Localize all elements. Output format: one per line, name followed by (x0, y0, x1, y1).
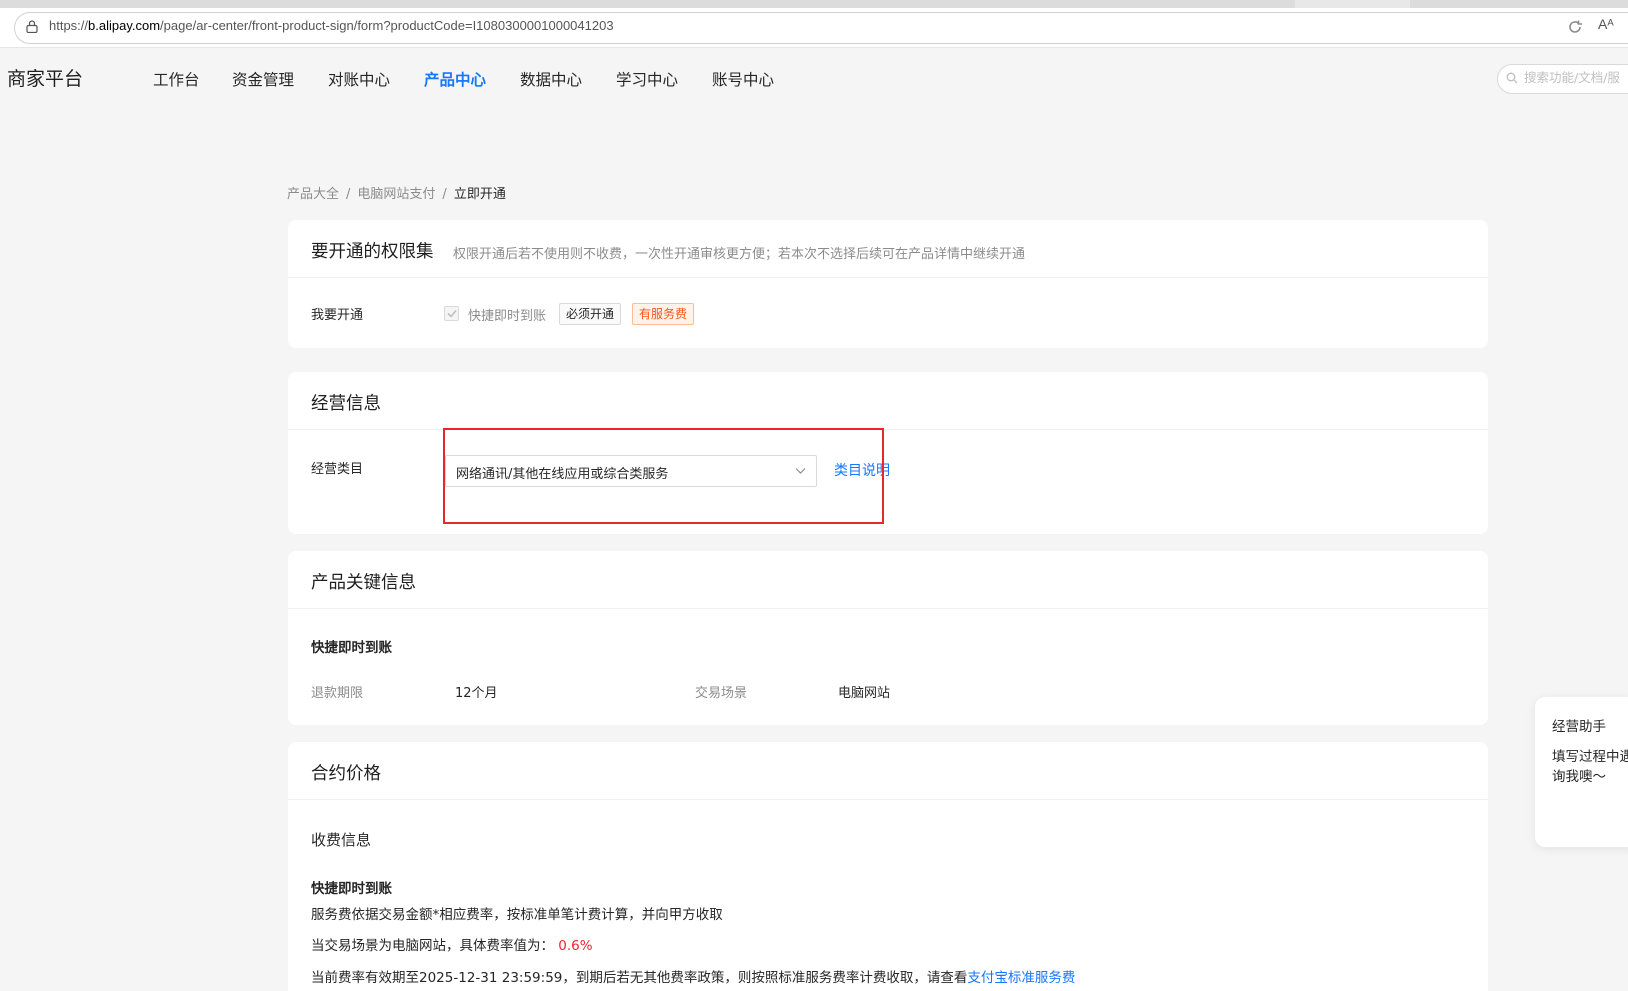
assistant-text: 填写过程中遇 询我噢～ (1552, 749, 1628, 785)
trade-scene-value: 电脑网站 (838, 686, 891, 701)
refund-period-value: 12个月 (455, 686, 498, 701)
lock-icon[interactable] (26, 20, 38, 33)
read-aloud-icon[interactable]: Aᴬ (1598, 16, 1614, 32)
refund-period-label: 退款期限 (311, 686, 364, 701)
contract-price-card: 合约价格 收费信息 快捷即时到账 服务费依据交易金额*相应费率，按标准单笔计费计… (288, 742, 1488, 991)
standard-fee-link[interactable]: 支付宝标准服务费 (967, 970, 1075, 986)
breadcrumb-product-list[interactable]: 产品大全 (287, 187, 339, 202)
business-info-header: 经营信息 (288, 372, 1488, 430)
permissions-card-title: 要开通的权限集 (311, 242, 434, 262)
fee-validity-text: 当前费率有效期至2025-12-31 23:59:59，到期后若无其他费率政策，… (311, 970, 968, 986)
fee-validity-line: 当前费率有效期至2025-12-31 23:59:59，到期后若无其他费率政策，… (311, 966, 1075, 986)
fee-description: 服务费依据交易金额*相应费率，按标准单笔计费计算，并向甲方收取 (311, 907, 723, 923)
required-tag: 必须开通 (559, 303, 622, 325)
fee-product-name: 快捷即时到账 (311, 881, 392, 897)
breadcrumb-web-payment[interactable]: 电脑网站支付 (357, 187, 435, 202)
highlight-annotation (443, 428, 884, 524)
breadcrumb-separator: / (346, 187, 351, 202)
checkmark-icon (447, 309, 457, 318)
assistant-title: 经营助手 (1552, 719, 1606, 735)
browser-tab[interactable] (1410, 0, 1628, 8)
permissions-card-subtitle: 权限开通后若不使用则不收费，一次性开通审核更方便；若本次不选择后续可在产品详情中… (453, 247, 1026, 262)
breadcrumb-separator: / (442, 187, 447, 202)
url-host: b.alipay.com (88, 18, 161, 33)
search-placeholder[interactable]: 搜索功能/文档/服 (1524, 67, 1620, 86)
permissions-card-header: 要开通的权限集 权限开通后若不使用则不收费，一次性开通审核更方便；若本次不选择后… (288, 220, 1488, 278)
nav-workbench[interactable]: 工作台 (153, 68, 200, 90)
key-info-card: 产品关键信息 快捷即时到账 退款期限 12个月 交易场景 电脑网站 (288, 551, 1488, 725)
business-assistant-widget[interactable]: 经营助手 填写过程中遇 询我噢～ (1535, 697, 1628, 847)
nav-learning[interactable]: 学习中心 (616, 68, 678, 90)
fee-rate-value: 0.6% (558, 938, 593, 954)
browser-tab-strip (0, 0, 1628, 8)
breadcrumb: 产品大全 / 电脑网站支付 / 立即开通 (287, 183, 506, 202)
key-info-product-name: 快捷即时到账 (311, 640, 392, 656)
breadcrumb-current: 立即开通 (453, 187, 506, 202)
nav-funds[interactable]: 资金管理 (232, 68, 294, 90)
quick-settlement-label: 快捷即时到账 (468, 309, 547, 324)
browser-tab[interactable] (0, 0, 1295, 8)
url-prefix: https:// (49, 18, 89, 33)
business-info-title: 经营信息 (311, 394, 381, 414)
refresh-icon[interactable] (1566, 18, 1584, 36)
trade-scene-label: 交易场景 (695, 686, 748, 701)
nav-account[interactable]: 账号中心 (712, 68, 774, 90)
nav-reconciliation[interactable]: 对账中心 (328, 68, 390, 90)
quick-settlement-checkbox[interactable] (444, 306, 459, 321)
key-info-title: 产品关键信息 (311, 573, 416, 593)
search-icon (1506, 72, 1518, 84)
enable-row-label: 我要开通 (311, 308, 364, 323)
service-fee-tag: 有服务费 (632, 303, 695, 325)
fee-info-heading: 收费信息 (311, 831, 372, 849)
permissions-card: 要开通的权限集 权限开通后若不使用则不收费，一次性开通审核更方便；若本次不选择后… (288, 220, 1488, 348)
top-navigation: 商家平台 工作台 资金管理 对账中心 产品中心 数据中心 学习中心 账号中心 (0, 48, 1628, 108)
fee-rate-prefix: 当交易场景为电脑网站，具体费率值为： (311, 938, 554, 954)
nav-products[interactable]: 产品中心 (424, 68, 486, 90)
url-text[interactable]: https://b.alipay.com/page/ar-center/fron… (49, 18, 614, 33)
contract-price-header: 合约价格 (288, 742, 1488, 800)
url-path: /page/ar-center/front-product-sign/form?… (160, 18, 614, 33)
brand-title[interactable]: 商家平台 (7, 64, 83, 91)
key-info-header: 产品关键信息 (288, 551, 1488, 609)
nav-data[interactable]: 数据中心 (520, 68, 582, 90)
contract-price-title: 合约价格 (311, 764, 381, 784)
fee-rate-line: 当交易场景为电脑网站，具体费率值为： 0.6% (311, 934, 593, 954)
business-category-label: 经营类目 (311, 462, 364, 477)
